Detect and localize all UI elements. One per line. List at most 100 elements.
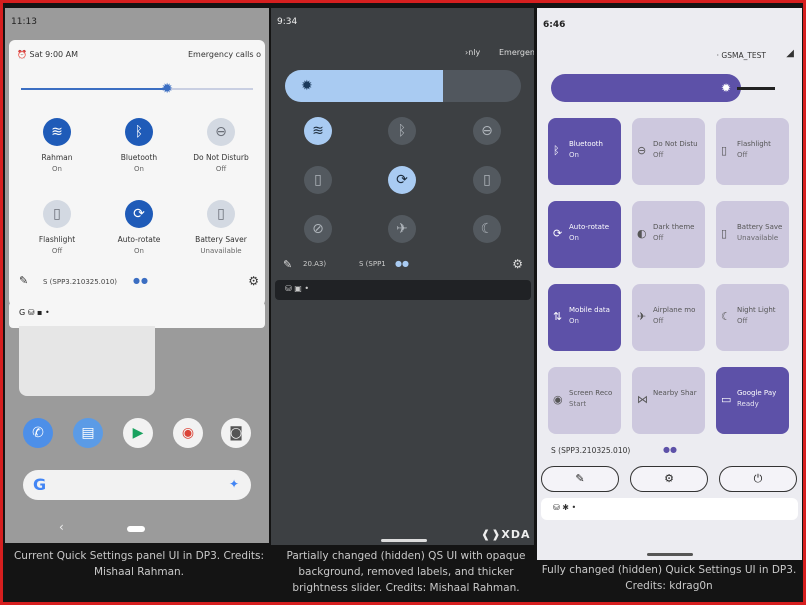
alarm-icon: ⏰	[17, 50, 30, 59]
qs-tile[interactable]: ▭ Google Pay Ready	[716, 367, 789, 434]
qs-tile[interactable]: ▯ Flashlight Off	[15, 200, 99, 255]
qs-tile-state: Off	[51, 247, 63, 255]
auto-rotate-icon: ⟳	[553, 227, 563, 240]
flashlight-icon[interactable]: ▯	[43, 200, 71, 228]
pencil-icon[interactable]: ✎	[19, 274, 28, 287]
notification-icons-row: ⛁ ▣ •	[275, 280, 531, 300]
qs-tile-label: Do Not Disturb	[193, 153, 249, 162]
phone-icon[interactable]: ✆	[23, 418, 53, 448]
battery-saver-icon: ▯	[721, 227, 728, 240]
mobile-data-off-icon[interactable]: ⊘	[304, 215, 332, 243]
brightness-slider[interactable]: ✹	[285, 70, 521, 102]
qs-tile[interactable]: ▯ Battery Save Unavailable	[716, 201, 789, 268]
home-pill[interactable]	[647, 553, 693, 556]
screenshot-current-qs: 11:13 ⏰ Sat 9:00 AM Emergency calls o ✹ …	[5, 8, 269, 543]
qs-tile[interactable]: ⟳ Auto-rotate On	[548, 201, 621, 268]
auto-rotate-icon[interactable]: ⟳	[125, 200, 153, 228]
qs-tile[interactable]: ᛒ Bluetooth On	[97, 118, 181, 173]
qs-tile[interactable]: ▯ Battery Saver Unavailable	[179, 200, 263, 255]
back-icon[interactable]: ‹	[59, 520, 64, 534]
wifi-icon[interactable]: ≋	[43, 118, 71, 146]
gear-icon[interactable]: ⚙	[248, 274, 259, 288]
brightness-slider[interactable]: ✹	[551, 74, 741, 102]
edit-button[interactable]: ✎	[541, 466, 619, 492]
emergency-calls-text: Emergen	[499, 48, 534, 57]
qs-tile-state: On	[569, 317, 579, 325]
qs-tile-state: Off	[653, 151, 664, 159]
battery-saver-icon[interactable]: ▯	[473, 166, 501, 194]
do-not-disturb-icon[interactable]: ⊖	[207, 118, 235, 146]
qs-tile[interactable]: ⇅ Mobile data On	[548, 284, 621, 351]
qs-tile[interactable]: ≋ Rahman On	[15, 118, 99, 173]
brightness-slider[interactable]: ✹	[21, 81, 253, 97]
qs-tile-state: Off	[653, 234, 664, 242]
qs-tile-state: Unavailable	[200, 247, 242, 255]
xda-watermark: ❰❱XDA	[481, 528, 531, 541]
battery-saver-icon[interactable]: ▯	[207, 200, 235, 228]
flashlight-icon[interactable]: ▯	[304, 166, 332, 194]
qs-tile[interactable]: ⊖ Do Not Distu Off	[632, 118, 705, 185]
app-dock: ✆ ▤ ▶ ◉ ◙	[23, 418, 251, 450]
page-indicator: ●●	[133, 276, 149, 285]
status-bar-time: 11:13	[11, 17, 37, 27]
bluetooth-icon[interactable]: ᛒ	[125, 118, 153, 146]
home-widget	[19, 326, 155, 396]
qs-tile-label: Do Not Distu	[653, 140, 698, 148]
page-indicator: ●●	[663, 445, 677, 454]
qs-tile[interactable]: ᛒ Bluetooth On	[548, 118, 621, 185]
power-button[interactable]: ⏻	[719, 466, 797, 492]
bluetooth-icon[interactable]: ᛒ	[388, 117, 416, 145]
caption-panel3: Fully changed (hidden) Quick Settings UI…	[541, 564, 797, 592]
qs-tile-label: Bluetooth	[120, 153, 158, 162]
play-store-icon[interactable]: ▶	[123, 418, 153, 448]
qs-tile[interactable]: ⟳ Auto-rotate On	[97, 200, 181, 255]
qs-tile-label: Rahman	[41, 153, 73, 162]
brightness-icon: ✹	[720, 81, 731, 95]
chrome-icon[interactable]: ◉	[173, 418, 203, 448]
status-bar-time: 6:46	[543, 20, 566, 30]
qs-tile[interactable]: ⊖ Do Not Disturb Off	[179, 118, 263, 173]
screenshot-full-qs: 6:46 · GSMA_TEST ◢ ✹ ᛒ Bluetooth On ⊖ Do Not…	[537, 8, 802, 560]
auto-rotate-icon[interactable]: ⟳	[388, 166, 416, 194]
google-search-bar[interactable]: G ✦	[23, 470, 251, 500]
qs-tile-label: Dark theme	[653, 223, 695, 231]
qs-tile[interactable]: ▯ Flashlight Off	[716, 118, 789, 185]
screen-record-icon: ◉	[553, 393, 563, 406]
emergency-calls-text: Emergency calls o	[187, 50, 261, 59]
qs-tile-label: Mobile data	[569, 306, 610, 314]
caption-panel2: Partially changed (hidden) QS UI with op…	[286, 550, 526, 594]
alarm-text[interactable]: ⏰ Sat 9:00 AM	[17, 50, 78, 59]
qs-tile[interactable]: ✈ Airplane mo Off	[632, 284, 705, 351]
qs-tile-label: Google Pay	[737, 389, 777, 397]
night-light-icon[interactable]: ☾	[473, 215, 501, 243]
pencil-icon[interactable]: ✎	[283, 258, 292, 271]
alarm-time: Sat 9:00 AM	[29, 50, 79, 59]
settings-button[interactable]: ⚙	[630, 466, 708, 492]
qs-tile[interactable]: ☾ Night Light Off	[716, 284, 789, 351]
carrier-name: · GSMA_TEST	[716, 51, 766, 60]
camera-icon[interactable]: ◙	[221, 418, 251, 448]
qs-tile-label: Airplane mo	[653, 306, 696, 314]
qs-tile-state: Off	[737, 151, 748, 159]
qs-tile-state: On	[569, 151, 579, 159]
wifi-icon[interactable]: ≋	[304, 117, 332, 145]
messages-icon[interactable]: ▤	[73, 418, 103, 448]
assistant-icon[interactable]: ✦	[229, 477, 239, 491]
gear-icon[interactable]: ⚙	[512, 257, 523, 271]
do-not-disturb-icon[interactable]: ⊖	[473, 117, 501, 145]
qs-tile-state: Off	[215, 165, 227, 173]
home-pill[interactable]	[381, 539, 427, 542]
qs-tile-state: On	[569, 234, 579, 242]
brightness-icon: ✹	[301, 78, 313, 94]
bluetooth-icon: ᛒ	[553, 144, 560, 157]
nearby-share-icon: ⋈	[637, 393, 648, 406]
qs-tile[interactable]: ◐ Dark theme Off	[632, 201, 705, 268]
brightness-icon[interactable]: ✹	[159, 81, 175, 97]
airplane-icon[interactable]: ✈	[388, 215, 416, 243]
home-pill[interactable]	[127, 526, 145, 532]
qs-tile-label: Auto-rotate	[569, 223, 610, 231]
power-icon: ⏻	[753, 472, 763, 485]
qs-tile[interactable]: ◉ Screen Reco Start	[548, 367, 621, 434]
qs-tile[interactable]: ⋈ Nearby Shar	[632, 367, 705, 434]
notification-icons-row: G ⛁ ▪ •	[9, 302, 265, 328]
